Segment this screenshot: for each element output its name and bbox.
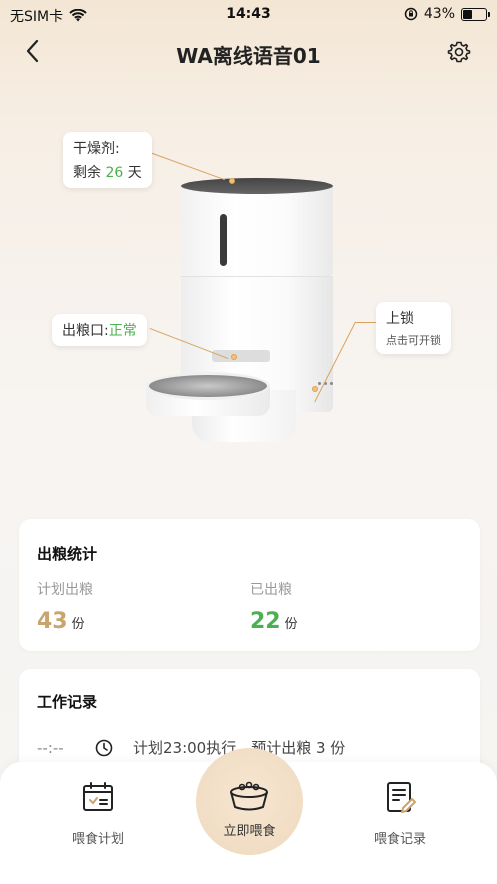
lock-title: 上锁	[386, 311, 414, 327]
lock-bubble[interactable]: 上锁 点击可开锁	[376, 302, 451, 354]
tab-feed-plan[interactable]: 喂食计划	[38, 780, 158, 847]
done-value: 22	[250, 609, 281, 634]
nav-bar: WA离线语音01	[0, 30, 497, 74]
device-illustration: 干燥剂: 剩余 26 天 出粮口:正常 上锁 点击可开锁	[0, 110, 497, 490]
planned-label: 计划出粮	[37, 582, 93, 598]
outlet-status: 正常	[108, 323, 137, 339]
tab-feed-plan-label: 喂食计划	[71, 832, 124, 847]
done-label: 已出粮	[250, 582, 292, 598]
work-log-time: --:--	[37, 738, 64, 757]
feeder-upper-body	[181, 186, 333, 276]
clock-icon	[95, 739, 113, 756]
outlet-marker	[231, 354, 237, 360]
desiccant-days: 26	[105, 165, 124, 181]
lock-marker	[312, 386, 318, 392]
desiccant-marker	[229, 178, 235, 184]
lock-hint: 点击可开锁	[386, 334, 441, 347]
feeder-lid	[181, 178, 333, 194]
battery-icon	[461, 7, 490, 21]
planned-value: 43	[37, 609, 68, 634]
status-bar: 无SIM卡 14:43 43%	[0, 0, 497, 28]
food-window	[220, 214, 227, 266]
feed-now-label: 立即喂食	[223, 824, 276, 839]
stats-title: 出粮统计	[37, 545, 98, 563]
bowl	[146, 372, 270, 400]
work-log-row[interactable]: --:-- 计划23:00执行，预计出粮 3 份	[37, 737, 345, 758]
work-log-title: 工作记录	[37, 693, 98, 711]
desiccant-bubble: 干燥剂: 剩余 26 天	[63, 132, 152, 188]
tab-feed-records-label: 喂食记录	[373, 832, 426, 847]
done-value-row: 22 份	[250, 609, 298, 634]
tab-feed-records[interactable]: 喂食记录	[340, 780, 460, 847]
calendar-check-icon	[83, 782, 113, 811]
feed-stats-card: 出粮统计 计划出粮 43 份 已出粮 22 份	[19, 519, 480, 651]
gear-icon	[447, 41, 471, 63]
orientation-lock-icon	[404, 7, 418, 21]
settings-button[interactable]	[447, 40, 471, 64]
page-title: WA离线语音01	[176, 44, 321, 68]
notepad-pencil-icon	[387, 782, 416, 813]
outlet-bubble: 出粮口:正常	[52, 314, 147, 346]
feed-now-button[interactable]: 立即喂食	[196, 748, 303, 855]
battery-percent: 43%	[423, 6, 455, 22]
planned-value-row: 43 份	[37, 609, 85, 634]
food-bowl-icon	[230, 781, 268, 811]
